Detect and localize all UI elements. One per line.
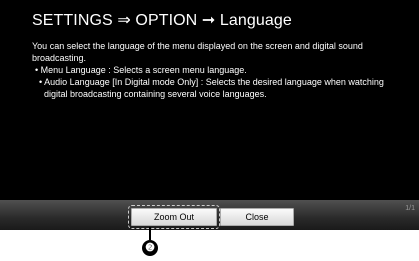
page-indicator: 1/1 [405, 205, 415, 212]
close-button[interactable]: Close [220, 208, 294, 226]
tv-screen: SETTINGS ⇒ OPTION ➞ Language You can sel… [0, 0, 419, 230]
audio-language-item: • Audio Language [In Digital mode Only] … [39, 77, 384, 99]
bottom-bar: 1/1 Zoom Out Close [0, 200, 419, 230]
help-text: You can select the language of the menu … [32, 40, 397, 100]
callout-connector [149, 227, 151, 240]
callout-badge: ❷ [142, 240, 158, 256]
page-title: SETTINGS ⇒ OPTION ➞ Language [32, 12, 292, 29]
zoom-out-button[interactable]: Zoom Out [128, 205, 220, 229]
intro-text: You can select the language of the menu … [32, 41, 363, 63]
menu-language-item: • Menu Language : Selects a screen menu … [35, 65, 247, 75]
